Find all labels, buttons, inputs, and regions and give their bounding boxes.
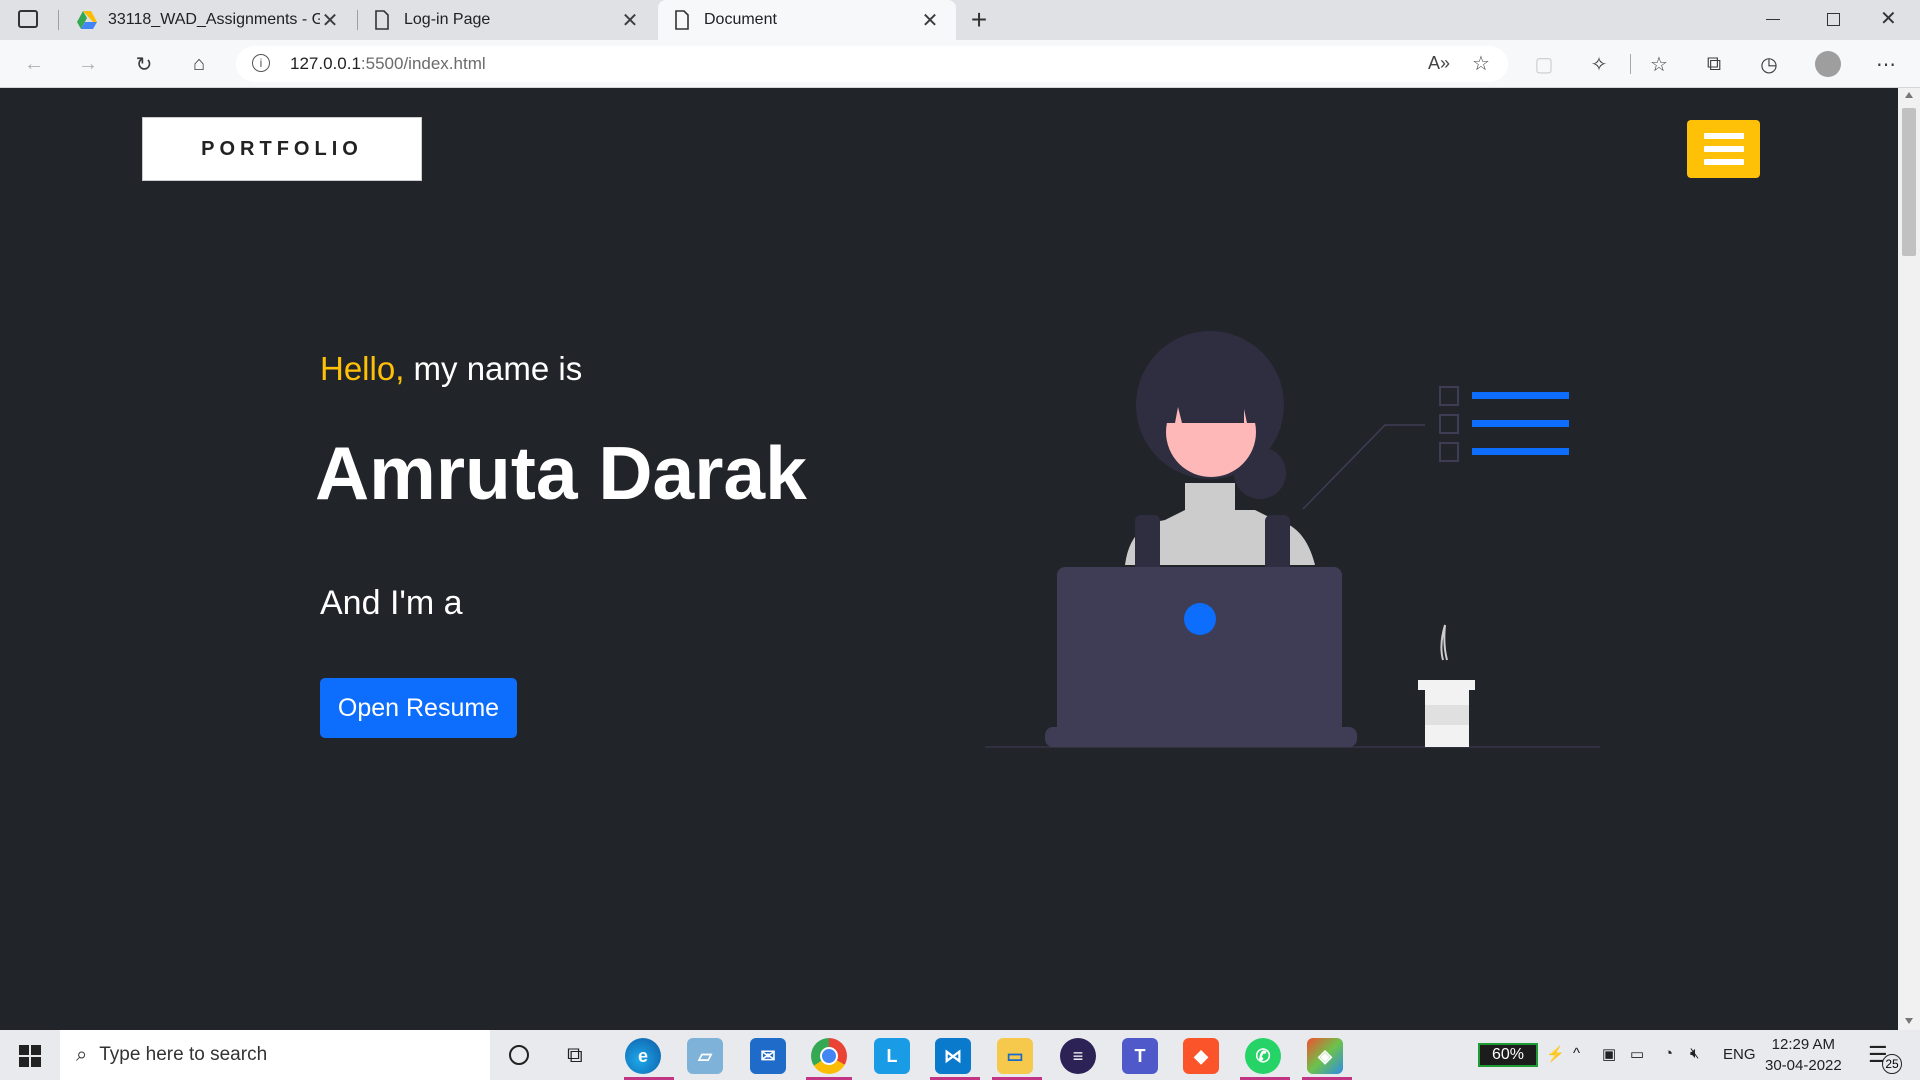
l-app-icon[interactable]: L bbox=[874, 1038, 910, 1074]
taskbar-search-box[interactable]: ⌕ Type here to search bbox=[60, 1030, 490, 1080]
git-app-icon[interactable]: ◈ bbox=[1307, 1038, 1343, 1074]
search-placeholder: Type here to search bbox=[99, 1044, 268, 1065]
tab-google-drive[interactable]: 33118_WAD_Assignments - Goo ✕ bbox=[60, 0, 356, 40]
open-resume-button[interactable]: Open Resume bbox=[320, 678, 517, 738]
home-icon[interactable]: ⌂ bbox=[183, 50, 215, 78]
back-icon[interactable]: ← bbox=[18, 50, 50, 78]
hamburger-menu-button[interactable] bbox=[1687, 120, 1760, 178]
close-tab-icon[interactable]: ✕ bbox=[320, 8, 340, 33]
volume-muted-icon[interactable]: 🔇︎ bbox=[1690, 1045, 1699, 1062]
greeting-text: my name is bbox=[404, 350, 583, 387]
document-icon bbox=[675, 10, 689, 30]
favorites-icon[interactable]: ☆ bbox=[1643, 50, 1675, 78]
greeting-highlight: Hello, bbox=[320, 350, 405, 387]
scroll-down-icon[interactable] bbox=[1905, 1018, 1913, 1024]
tab-bar: 33118_WAD_Assignments - Goo ✕ Log-in Pag… bbox=[0, 0, 1920, 40]
url-text: 127.0.0.1:5500/index.html bbox=[290, 54, 486, 73]
role-text: And I'm a bbox=[320, 584, 463, 622]
language-indicator[interactable]: ENG bbox=[1723, 1046, 1756, 1063]
search-icon: ⌕ bbox=[76, 1043, 88, 1066]
scrollbar-thumb[interactable] bbox=[1902, 108, 1916, 256]
toolbar-divider bbox=[1630, 54, 1631, 74]
teams-app-icon[interactable]: T bbox=[1122, 1038, 1158, 1074]
profile-avatar[interactable] bbox=[1815, 51, 1841, 77]
restore-icon[interactable] bbox=[1827, 13, 1840, 26]
task-view-icon[interactable]: ⧉ bbox=[567, 1042, 583, 1068]
brave-app-icon[interactable]: ◆ bbox=[1183, 1038, 1219, 1074]
site-info-icon[interactable]: i bbox=[252, 54, 270, 72]
file-explorer-icon[interactable]: ▭ bbox=[997, 1038, 1033, 1074]
windows-start-icon[interactable] bbox=[19, 1045, 41, 1067]
tab-title: 33118_WAD_Assignments - Goo bbox=[108, 11, 320, 28]
close-tab-icon[interactable]: ✕ bbox=[920, 8, 940, 33]
wifi-icon[interactable]: ◔ bbox=[1664, 1045, 1673, 1062]
notification-count: 25 bbox=[1882, 1054, 1902, 1074]
tab-actions-icon[interactable] bbox=[18, 10, 38, 28]
document-icon bbox=[375, 10, 389, 30]
page-content bbox=[0, 88, 1898, 1030]
new-tab-icon[interactable]: + bbox=[964, 4, 994, 36]
address-bar[interactable]: i 127.0.0.1:5500/index.html A» ☆ bbox=[236, 46, 1508, 82]
refresh-icon[interactable]: ↻ bbox=[128, 50, 160, 78]
tab-login-page[interactable]: Log-in Page ✕ bbox=[358, 0, 656, 40]
chrome-app-icon[interactable] bbox=[811, 1038, 847, 1074]
scroll-up-icon[interactable] bbox=[1905, 92, 1913, 98]
close-window-icon[interactable]: ✕ bbox=[1880, 6, 1897, 31]
more-options-icon[interactable]: ⋯ bbox=[1870, 50, 1902, 78]
greeting: Hello, my name is bbox=[320, 350, 582, 388]
favorite-add-icon[interactable]: ☆ bbox=[1472, 51, 1490, 76]
clock-time: 12:29 AM bbox=[1771, 1036, 1836, 1053]
extensions-icon[interactable]: ✧ bbox=[1583, 50, 1615, 78]
menu-bar bbox=[1703, 146, 1744, 152]
vscode-app-icon[interactable]: ⋈ bbox=[935, 1038, 971, 1074]
minimize-icon[interactable] bbox=[1766, 19, 1780, 20]
notification-center-icon[interactable]: ☰ 25 bbox=[1868, 1042, 1902, 1074]
plug-icon[interactable]: ⚡ bbox=[1546, 1045, 1565, 1063]
portfolio-logo[interactable]: PORTFOLIO bbox=[142, 117, 422, 181]
tab-title: Document bbox=[704, 11, 777, 28]
edge-app-icon[interactable]: e bbox=[625, 1038, 661, 1074]
cortana-icon[interactable] bbox=[509, 1045, 529, 1065]
read-aloud-icon[interactable]: A» bbox=[1428, 53, 1450, 74]
extension-icon[interactable]: ▢ bbox=[1528, 50, 1560, 78]
device-icon[interactable]: ▣ bbox=[1602, 1045, 1616, 1063]
menu-bar bbox=[1703, 159, 1744, 165]
tab-title: Log-in Page bbox=[404, 11, 491, 28]
hero-name: Amruta Darak bbox=[315, 431, 807, 515]
battery-indicator[interactable]: 60% bbox=[1478, 1043, 1538, 1067]
collections-icon[interactable]: ⧉ bbox=[1698, 50, 1730, 78]
clock-date: 30-04-2022 bbox=[1765, 1057, 1842, 1074]
close-tab-icon[interactable]: ✕ bbox=[620, 8, 640, 33]
forward-icon[interactable]: → bbox=[72, 50, 104, 78]
files-app-icon[interactable]: ▱ bbox=[687, 1038, 723, 1074]
history-icon[interactable]: ◷ bbox=[1753, 50, 1785, 78]
show-hidden-icons[interactable]: ^ bbox=[1573, 1045, 1580, 1062]
whatsapp-app-icon[interactable]: ✆ bbox=[1245, 1038, 1281, 1074]
tab-document[interactable]: Document ✕ bbox=[658, 0, 956, 40]
mail-app-icon[interactable]: ✉ bbox=[750, 1038, 786, 1074]
battery-icon[interactable]: ▭ bbox=[1630, 1045, 1644, 1063]
google-drive-icon bbox=[77, 11, 97, 29]
menu-bar bbox=[1703, 133, 1744, 139]
taskbar-clock[interactable]: 12:29 AM 30-04-2022 bbox=[1765, 1034, 1842, 1076]
eclipse-app-icon[interactable]: ≡ bbox=[1060, 1038, 1096, 1074]
developer-illustration bbox=[985, 331, 1600, 748]
